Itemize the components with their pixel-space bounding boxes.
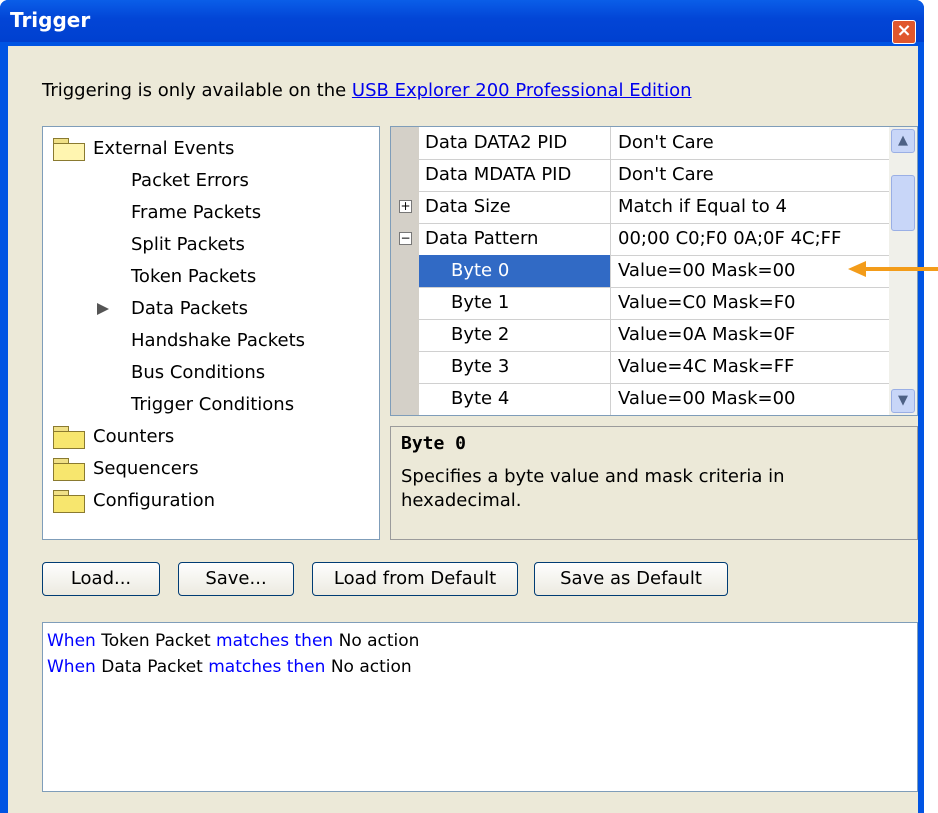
annotation-arrow-icon bbox=[848, 261, 938, 277]
tree-item-packet-errors[interactable]: Packet Errors bbox=[131, 166, 249, 196]
property-name: Data Pattern bbox=[419, 223, 611, 255]
property-value[interactable]: Don't Care bbox=[612, 127, 895, 159]
property-name: Byte 2 bbox=[419, 319, 611, 351]
tree-item-frame-packets[interactable]: Frame Packets bbox=[131, 198, 261, 228]
tree-item-split-packets[interactable]: Split Packets bbox=[131, 230, 245, 260]
window-title: Trigger bbox=[10, 8, 91, 32]
grid-row-byte-2[interactable]: Byte 2 Value=0A Mask=0F bbox=[419, 319, 889, 352]
grid-row-byte-3[interactable]: Byte 3 Value=4C Mask=FF bbox=[419, 351, 889, 384]
tree-item-label: Token Packets bbox=[131, 266, 257, 287]
keyword-when: When bbox=[47, 657, 96, 677]
property-grid[interactable]: Data DATA2 PID Don't Care Data MDATA PID… bbox=[390, 126, 918, 416]
close-button[interactable]: × bbox=[892, 20, 916, 44]
property-value[interactable]: Value=0A Mask=0F bbox=[612, 319, 895, 351]
property-value[interactable]: Value=00 Mask=00 bbox=[612, 383, 895, 415]
grid-row-data-pattern[interactable]: − Data Pattern 00;00 C0;F0 0A;0F 4C;FF bbox=[399, 223, 889, 256]
folder-icon bbox=[53, 490, 85, 513]
summary-line: When Token Packet matches then No action bbox=[47, 631, 419, 651]
edition-info-text: Triggering is only available on the bbox=[42, 80, 352, 101]
summary-action: No action bbox=[333, 631, 420, 651]
tree-item-label: Data Packets bbox=[131, 298, 248, 319]
property-name: Data MDATA PID bbox=[419, 159, 611, 191]
property-value[interactable]: Don't Care bbox=[612, 159, 895, 191]
tree-item-handshake-packets[interactable]: Handshake Packets bbox=[131, 326, 305, 356]
scroll-up-icon[interactable]: ▲ bbox=[891, 129, 915, 153]
collapse-icon[interactable]: − bbox=[399, 232, 412, 245]
dialog-client: Triggering is only available on the USB … bbox=[8, 46, 918, 813]
property-name: Byte 3 bbox=[419, 351, 611, 383]
load-from-default-button[interactable]: Load from Default bbox=[312, 562, 518, 596]
folder-icon bbox=[53, 458, 85, 481]
tree-item-label: Sequencers bbox=[93, 458, 199, 479]
edition-link[interactable]: USB Explorer 200 Professional Edition bbox=[352, 80, 692, 101]
tree-item-label: External Events bbox=[93, 138, 235, 159]
keyword-matches-then: matches then bbox=[208, 657, 326, 677]
grid-row-byte-0[interactable]: Byte 0 Value=00 Mask=00 bbox=[419, 255, 889, 288]
property-name: Byte 1 bbox=[419, 287, 611, 319]
tree-item-trigger-conditions[interactable]: Trigger Conditions bbox=[131, 390, 294, 420]
tree-item-label: Configuration bbox=[93, 490, 216, 511]
trigger-summary[interactable]: When Token Packet matches then No action… bbox=[42, 622, 918, 792]
property-value[interactable]: 00;00 C0;F0 0A;0F 4C;FF bbox=[612, 223, 895, 255]
tree-item-label: Bus Conditions bbox=[131, 362, 266, 383]
edition-info: Triggering is only available on the USB … bbox=[42, 80, 692, 101]
load-button[interactable]: Load... bbox=[42, 562, 160, 596]
tree-item-token-packets[interactable]: Token Packets bbox=[131, 262, 256, 292]
grid-row-byte-1[interactable]: Byte 1 Value=C0 Mask=F0 bbox=[419, 287, 889, 320]
grid-row-data-size[interactable]: + Data Size Match if Equal to 4 bbox=[399, 191, 889, 224]
grid-row-byte-4[interactable]: Byte 4 Value=00 Mask=00 bbox=[419, 383, 889, 415]
tree-item-label: Counters bbox=[93, 426, 175, 447]
trigger-window: Trigger × Triggering is only available o… bbox=[0, 0, 924, 813]
tree-item-label: Trigger Conditions bbox=[131, 394, 295, 415]
expand-icon[interactable]: + bbox=[399, 200, 412, 213]
summary-subject: Data Packet bbox=[95, 657, 209, 677]
property-name: Byte 0 bbox=[419, 255, 611, 287]
save-as-default-button[interactable]: Save as Default bbox=[534, 562, 728, 596]
tree-item-label: Frame Packets bbox=[131, 202, 262, 223]
grid-gutter bbox=[391, 127, 419, 415]
summary-subject: Token Packet bbox=[95, 631, 217, 651]
description-title: Byte 0 bbox=[401, 433, 467, 454]
description-text: Specifies a byte value and mask criteria… bbox=[401, 466, 785, 511]
property-value[interactable]: Value=4C Mask=FF bbox=[612, 351, 895, 383]
property-name: Byte 4 bbox=[419, 383, 611, 415]
tree-item-label: Packet Errors bbox=[131, 170, 249, 191]
property-value[interactable]: Value=C0 Mask=F0 bbox=[612, 287, 895, 319]
folder-open-icon bbox=[53, 138, 85, 161]
property-name: Data DATA2 PID bbox=[419, 127, 611, 159]
tree-item-label: Split Packets bbox=[131, 234, 245, 255]
folder-icon bbox=[53, 426, 85, 449]
property-value[interactable]: Match if Equal to 4 bbox=[612, 191, 895, 223]
tree-item-label: Handshake Packets bbox=[131, 330, 306, 351]
keyword-matches-then: matches then bbox=[216, 631, 334, 651]
event-tree[interactable]: External Events Packet Errors Frame Pack… bbox=[42, 126, 380, 540]
summary-action: No action bbox=[325, 657, 412, 677]
summary-line: When Data Packet matches then No action bbox=[47, 657, 412, 677]
scroll-thumb[interactable] bbox=[891, 175, 915, 231]
title-bar[interactable]: Trigger × bbox=[0, 0, 924, 44]
current-arrow-icon bbox=[97, 303, 109, 315]
save-button[interactable]: Save... bbox=[178, 562, 294, 596]
scroll-down-icon[interactable]: ▼ bbox=[891, 389, 915, 413]
property-name: Data Size bbox=[419, 191, 611, 223]
grid-row-mdata-pid[interactable]: Data MDATA PID Don't Care bbox=[419, 159, 889, 192]
keyword-when: When bbox=[47, 631, 96, 651]
grid-row-data2-pid[interactable]: Data DATA2 PID Don't Care bbox=[419, 127, 889, 160]
property-description: Byte 0 Specifies a byte value and mask c… bbox=[390, 426, 918, 540]
tree-item-bus-conditions[interactable]: Bus Conditions bbox=[131, 358, 265, 388]
